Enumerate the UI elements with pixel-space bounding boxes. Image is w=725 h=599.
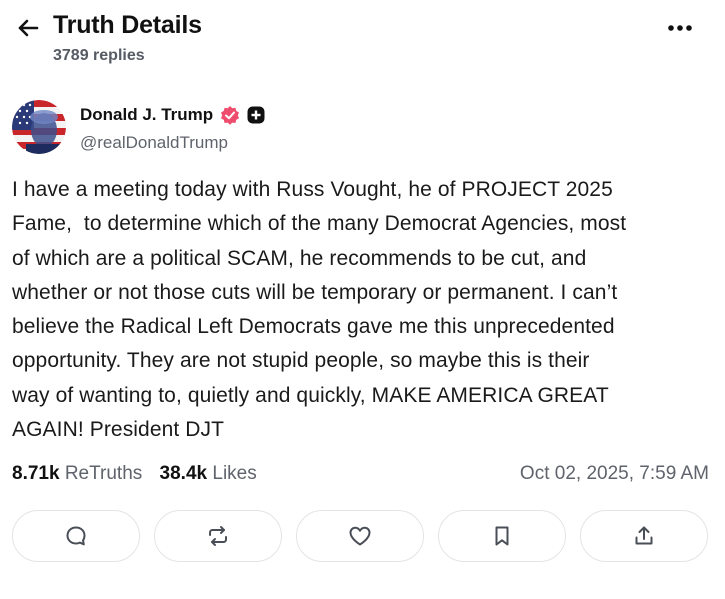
reply-button[interactable]: [12, 510, 140, 562]
likes-label: Likes: [212, 463, 257, 484]
more-horizontal-icon: [668, 25, 692, 31]
post-stats: 8.71k ReTruths 38.4k Likes Oct 02, 2025,…: [12, 463, 712, 489]
retruth-button[interactable]: [154, 510, 282, 562]
author-name[interactable]: Donald J. Trump: [80, 105, 213, 125]
bookmark-button[interactable]: [438, 510, 566, 562]
post-author: Donald J. Trump @realDonaldTrump: [12, 100, 712, 156]
verified-badge-icon: [220, 105, 240, 125]
likes-count: 38.4k: [159, 463, 208, 484]
reply-count[interactable]: 3789 replies: [53, 47, 145, 65]
post-text: I have a meeting today with Russ Vought,…: [12, 178, 627, 442]
author-handle[interactable]: @realDonaldTrump: [80, 133, 228, 153]
reply-icon: [66, 526, 86, 546]
retruths-stat[interactable]: 8.71k ReTruths: [12, 463, 142, 485]
likes-stat[interactable]: 38.4k Likes: [160, 463, 257, 485]
top-bar: Truth Details 3789 replies: [0, 0, 725, 80]
action-bar: [12, 510, 712, 564]
arrow-left-icon: [18, 19, 39, 37]
bookmark-icon: [495, 526, 509, 546]
avatar[interactable]: [12, 100, 66, 154]
retruth-icon: [209, 526, 227, 546]
page-title: Truth Details: [53, 11, 202, 39]
share-icon: [635, 526, 653, 545]
more-options-button[interactable]: [665, 16, 695, 40]
like-button[interactable]: [296, 510, 424, 562]
share-button[interactable]: [580, 510, 708, 562]
post-timestamp: Oct 02, 2025, 7:59 AM: [519, 463, 709, 484]
back-button[interactable]: [14, 14, 42, 42]
heart-icon: [349, 526, 371, 546]
plus-badge-icon: [247, 106, 265, 124]
retruths-count: 8.71k: [12, 463, 60, 484]
retruths-label: ReTruths: [64, 463, 143, 484]
